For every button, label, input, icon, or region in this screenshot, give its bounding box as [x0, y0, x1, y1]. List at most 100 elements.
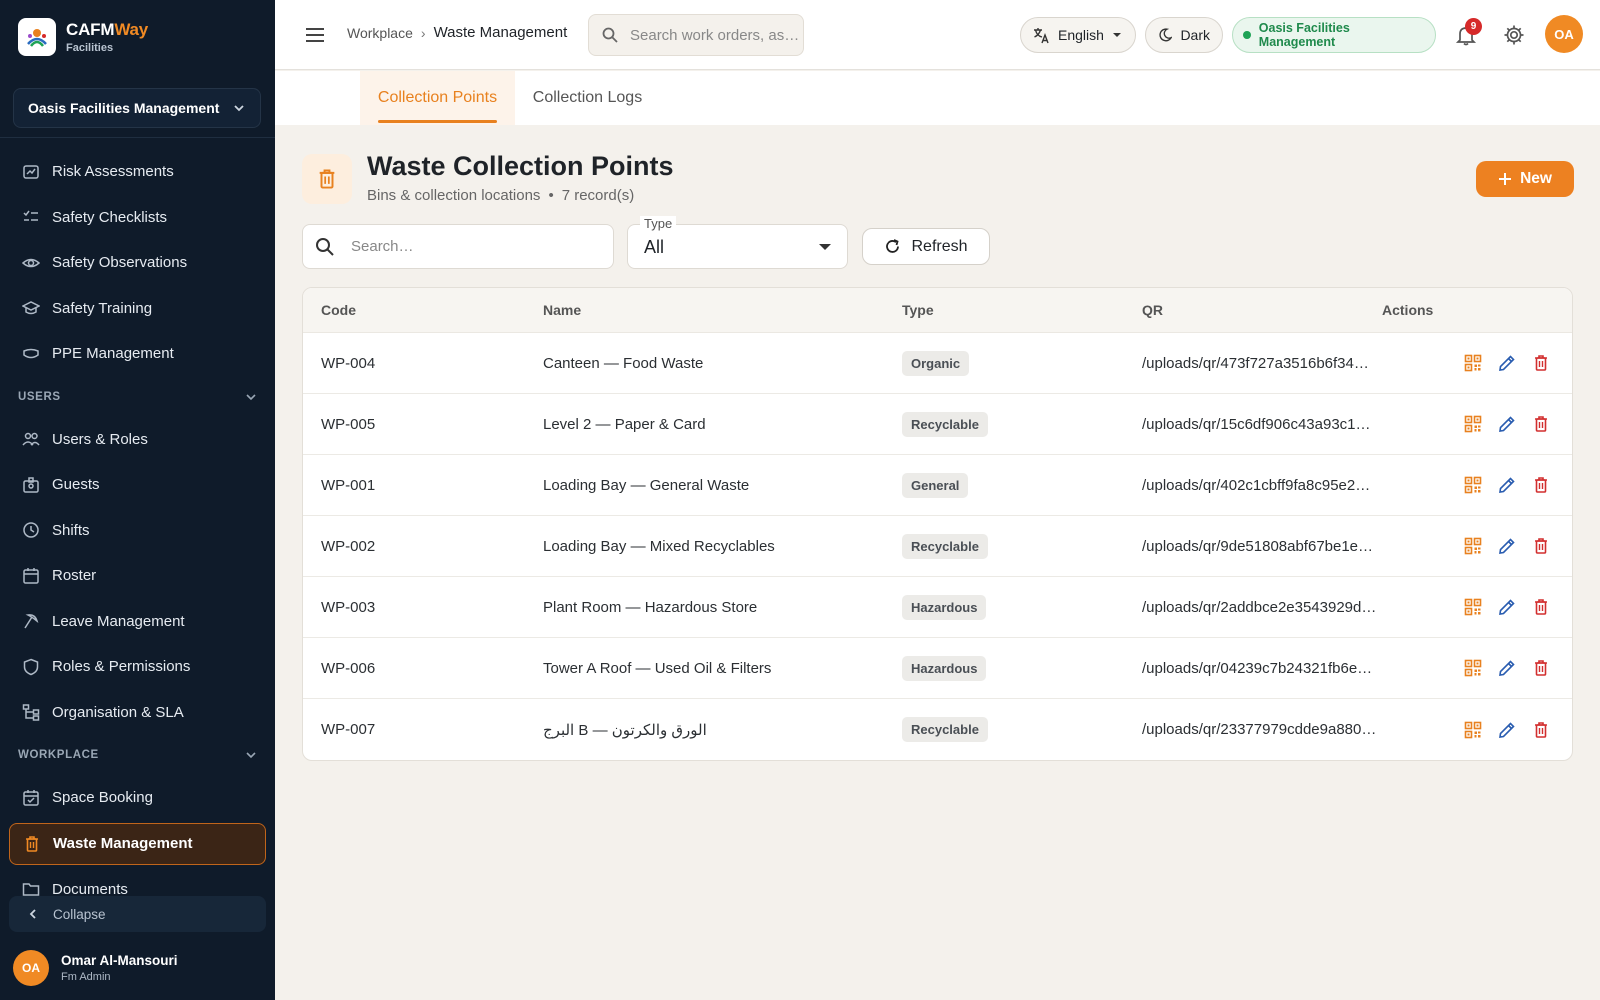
cell-name: Canteen — Food Waste	[543, 354, 704, 372]
sidebar-item-leave-management[interactable]: Leave Management	[0, 599, 275, 645]
sidebar-item-roster[interactable]: Roster	[0, 553, 275, 599]
top-avatar[interactable]: OA	[1545, 15, 1583, 53]
section-label: WORKPLACE	[18, 749, 99, 761]
cell-qr: /uploads/qr/473f727a3516b6f34…	[1142, 354, 1369, 372]
org-status-badge[interactable]: Oasis Facilities Management	[1232, 17, 1436, 53]
qr-code-icon[interactable]	[1464, 537, 1482, 555]
calendar-check-icon	[23, 789, 39, 806]
brand-name: CAFMWay	[66, 20, 149, 39]
type-badge: Hazardous	[902, 655, 987, 681]
table-row[interactable]: WP-005 Level 2 — Paper & Card Recyclable/u…	[303, 394, 1572, 455]
delete-trash-icon[interactable]	[1532, 659, 1550, 677]
sidebar-item-waste-management[interactable]: Waste Management	[9, 822, 266, 865]
edit-pencil-icon[interactable]	[1498, 721, 1516, 739]
column-header-qr[interactable]: QR	[1142, 302, 1382, 318]
edit-pencil-icon[interactable]	[1498, 598, 1516, 616]
language-selector[interactable]: English	[1020, 17, 1136, 53]
delete-trash-icon[interactable]	[1532, 476, 1550, 494]
cell-actions	[1382, 354, 1572, 372]
edit-pencil-icon[interactable]	[1498, 659, 1516, 677]
sidebar-nav: Risk Assessments Safety Checklists Safet…	[0, 149, 275, 912]
trash-icon	[26, 835, 38, 852]
sidebar: CAFMWay Facilities Oasis Facilities Mana…	[0, 0, 275, 1000]
sidebar-item-users-roles[interactable]: Users & Roles	[0, 417, 275, 463]
sidebar-item-label: Waste Management	[53, 835, 193, 852]
sidebar-item-guests[interactable]: Guests	[0, 462, 275, 508]
column-header-name[interactable]: Name	[543, 302, 902, 318]
delete-trash-icon[interactable]	[1532, 537, 1550, 555]
edit-pencil-icon[interactable]	[1498, 476, 1516, 494]
page-title: Waste Collection Points	[367, 151, 674, 181]
table-row[interactable]: WP-004 Canteen — Food Waste Organic/upload…	[303, 333, 1572, 394]
table-row[interactable]: WP-006 Tower A Roof — Used Oil & Filters H…	[303, 638, 1572, 699]
breadcrumb-workplace[interactable]: Workplace	[347, 25, 413, 41]
cell-actions	[1382, 598, 1572, 616]
column-header-actions: Actions	[1382, 302, 1434, 318]
type-badge: Recyclable	[902, 411, 988, 437]
global-search-input[interactable]: Search work orders, as…	[588, 14, 804, 56]
qr-code-icon[interactable]	[1464, 354, 1482, 372]
collapse-button[interactable]: Collapse	[9, 896, 266, 932]
brand-logo-icon	[18, 18, 56, 56]
qr-code-icon[interactable]	[1464, 659, 1482, 677]
delete-trash-icon[interactable]	[1532, 354, 1550, 372]
cell-qr: /uploads/qr/15c6df906c43a93c1…	[1142, 415, 1371, 433]
sidebar-item-organisation-sla[interactable]: Organisation & SLA	[0, 690, 275, 736]
sidebar-item-shifts[interactable]: Shifts	[0, 508, 275, 554]
sidebar-item-roles-permissions[interactable]: Roles & Permissions	[0, 644, 275, 690]
user-profile[interactable]: OA Omar Al-Mansouri Fm Admin	[13, 950, 178, 986]
breadcrumb-current: Waste Management	[433, 24, 568, 41]
delete-trash-icon[interactable]	[1532, 721, 1550, 739]
delete-trash-icon[interactable]	[1532, 415, 1550, 433]
brand[interactable]: CAFMWay Facilities	[18, 18, 148, 56]
tab-collection-points[interactable]: Collection Points	[360, 71, 515, 125]
qr-code-icon[interactable]	[1464, 415, 1482, 433]
sidebar-item-label: PPE Management	[52, 345, 174, 363]
edit-pencil-icon[interactable]	[1498, 354, 1516, 372]
user-role: Fm Admin	[61, 971, 111, 983]
gear-icon[interactable]	[1503, 24, 1525, 46]
cell-type: Recyclable	[902, 533, 1142, 559]
qr-code-icon[interactable]	[1464, 598, 1482, 616]
sidebar-item-safety-observations[interactable]: Safety Observations	[0, 240, 275, 286]
type-badge: Organic	[902, 350, 970, 376]
page-subtitle-bullet: •	[548, 187, 554, 204]
notification-count-badge: 9	[1465, 18, 1482, 35]
sidebar-item-ppe-management[interactable]: PPE Management	[0, 331, 275, 377]
cell-actions	[1382, 476, 1572, 494]
tab-collection-logs[interactable]: Collection Logs	[515, 71, 660, 125]
table-row[interactable]: WP-002 Loading Bay — Mixed Recyclables Rec…	[303, 516, 1572, 577]
refresh-icon	[886, 239, 900, 253]
type-filter-select[interactable]: Type All	[627, 216, 848, 269]
chevron-down-icon	[246, 752, 256, 759]
sidebar-section-users[interactable]: USERS	[0, 377, 275, 417]
cell-type: Recyclable	[902, 717, 1142, 742]
edit-pencil-icon[interactable]	[1498, 415, 1516, 433]
refresh-button[interactable]: Refresh	[862, 228, 990, 265]
edit-pencil-icon[interactable]	[1498, 537, 1516, 555]
table-row[interactable]: WP-001 Loading Bay — General Waste General…	[303, 455, 1572, 516]
delete-trash-icon[interactable]	[1532, 598, 1550, 616]
sidebar-item-safety-training[interactable]: Safety Training	[0, 286, 275, 332]
chevron-down-icon	[246, 393, 256, 400]
search-input[interactable]: Search…	[302, 224, 614, 269]
table-row[interactable]: WP-003 Plant Room — Hazardous Store Hazard…	[303, 577, 1572, 638]
table-row[interactable]: WP-007 البرج B — الورق والكرتون Recyclable…	[303, 699, 1572, 760]
clock-icon	[23, 522, 39, 538]
column-header-code[interactable]: Code	[303, 302, 543, 318]
sidebar-item-label: Safety Observations	[52, 254, 188, 272]
theme-toggle[interactable]: Dark	[1145, 17, 1223, 53]
new-button[interactable]: New	[1476, 161, 1574, 197]
sidebar-divider	[0, 137, 275, 138]
menu-icon[interactable]	[303, 23, 327, 47]
qr-code-icon[interactable]	[1464, 721, 1482, 739]
qr-code-icon[interactable]	[1464, 476, 1482, 494]
type-badge: General	[902, 472, 969, 498]
row-actions	[1382, 476, 1572, 494]
org-selector[interactable]: Oasis Facilities Management	[13, 88, 261, 128]
sidebar-item-space-booking[interactable]: Space Booking	[0, 775, 275, 821]
sidebar-section-workplace[interactable]: WORKPLACE	[0, 735, 275, 775]
sidebar-item-risk-assessments[interactable]: Risk Assessments	[0, 149, 275, 195]
sidebar-item-safety-checklists[interactable]: Safety Checklists	[0, 195, 275, 241]
column-header-type[interactable]: Type	[902, 302, 1142, 318]
